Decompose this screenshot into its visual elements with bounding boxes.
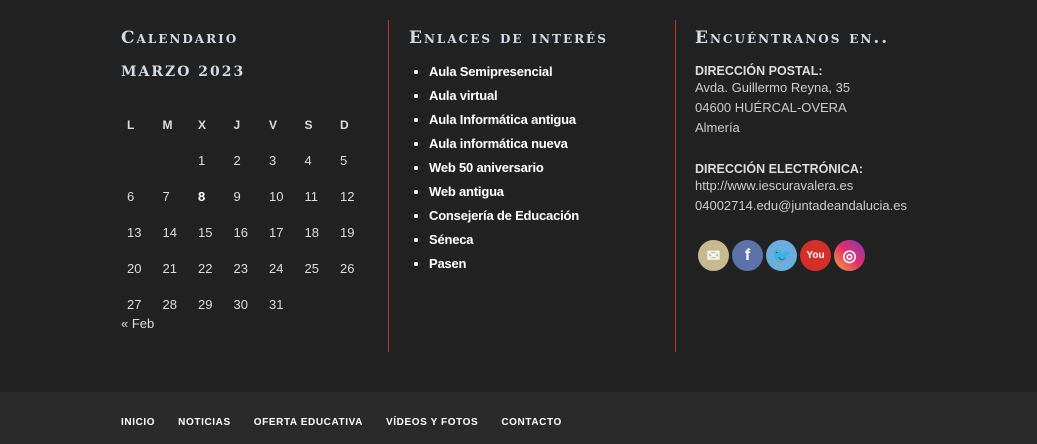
website-link[interactable]: http://www.iescuravalera.es	[695, 176, 975, 196]
link-item[interactable]: Aula Semipresencial	[429, 64, 675, 88]
calendar-day: 10	[269, 188, 284, 204]
link-item[interactable]: Web antigua	[429, 184, 675, 208]
facebook-icon[interactable]: f	[732, 240, 763, 271]
link-item[interactable]: Séneca	[429, 232, 675, 256]
calendar-day	[157, 142, 193, 178]
calendar-day: 20	[127, 260, 142, 276]
calendar-day: 5	[340, 152, 348, 168]
calendar-week: 27 28 29 30 31	[121, 286, 370, 322]
footer-nav-item[interactable]: VÍDEOS Y FOTOS	[386, 417, 478, 428]
calendar-table: L M X J V S D 1 2 3 4 5 6 7 8 9 10 11 12 13 14 15 16 17 18 19 20 21…	[121, 108, 370, 322]
weekday-header: D	[340, 118, 349, 132]
calendar-week: 20 21 22 23 24 25 26	[121, 250, 370, 286]
address-line: Avda. Guillermo Reyna, 35	[695, 80, 851, 95]
contact-title: Encuéntranos en..	[695, 28, 890, 48]
calendar-day	[334, 286, 370, 322]
calendar-day: 26	[340, 260, 355, 276]
calendar-day: 30	[233, 296, 248, 312]
links-list: Aula SemipresencialAula virtualAula Info…	[409, 64, 675, 280]
links-widget: Enlaces de interés Aula SemipresencialAu…	[388, 20, 675, 352]
calendar-day: 4	[304, 152, 312, 168]
calendar-day: 14	[162, 224, 177, 240]
youtube-icon[interactable]: You	[800, 240, 831, 271]
calendar-day: 16	[233, 224, 248, 240]
links-title: Enlaces de interés	[409, 28, 608, 48]
calendar-day: 31	[269, 296, 284, 312]
calendar-title: Calendario	[121, 28, 239, 48]
calendar-caption: MARZO 2023	[121, 64, 246, 80]
link-item[interactable]: Aula informática nueva	[429, 136, 675, 160]
calendar-day: 15	[198, 224, 213, 240]
calendar-week: 6 7 8 9 10 11 12	[121, 178, 370, 214]
calendar-widget: Calendario MARZO 2023 L M X J V S D 1 2 3 4 5 6 7 8 9 10…	[121, 20, 388, 352]
calendar-week: 1 2 3 4 5	[121, 142, 370, 178]
address-line: 04600 HUÉRCAL-OVERA	[695, 100, 847, 115]
weekday-header: J	[233, 118, 241, 132]
calendar-day: 7	[162, 188, 170, 204]
calendar-day: 22	[198, 260, 213, 276]
email-label: DIRECCIÓN ELECTRÓNICA:	[695, 162, 864, 176]
calendar-day	[121, 142, 157, 178]
instagram-icon[interactable]: ◎	[834, 240, 865, 271]
link-item[interactable]: Aula Informática antigua	[429, 112, 675, 136]
calendar-week: 13 14 15 16 17 18 19	[121, 214, 370, 250]
calendar-day: 25	[304, 260, 319, 276]
social-icons: ✉ f 🐦 You ◎	[698, 240, 975, 271]
link-item[interactable]: Aula virtual	[429, 88, 675, 112]
calendar-day: 12	[340, 188, 355, 204]
link-item[interactable]: Consejería de Educación	[429, 208, 675, 232]
calendar-day: 24	[269, 260, 284, 276]
calendar-day: 29	[198, 296, 213, 312]
email-icon[interactable]: ✉	[698, 240, 729, 271]
calendar-day: 23	[233, 260, 248, 276]
calendar-day: 17	[269, 224, 284, 240]
footer-nav-item[interactable]: NOTICIAS	[178, 417, 231, 428]
weekday-header: X	[198, 118, 207, 132]
footer-nav-item[interactable]: CONTACTO	[501, 417, 562, 428]
calendar-day: 11	[304, 188, 319, 204]
calendar-day: 8	[198, 188, 206, 204]
calendar-day: 18	[304, 224, 319, 240]
weekday-header: S	[304, 118, 313, 132]
calendar-day: 3	[269, 152, 277, 168]
calendar-day: 9	[233, 188, 241, 204]
calendar-day: 6	[127, 188, 135, 204]
email-link[interactable]: 04002714.edu@juntadeandalucia.es	[695, 196, 975, 216]
weekday-header: V	[269, 118, 278, 132]
link-item[interactable]: Web 50 aniversario	[429, 160, 675, 184]
footer-nav-item[interactable]: OFERTA EDUCATIVA	[254, 417, 363, 428]
twitter-icon[interactable]: 🐦	[766, 240, 797, 271]
calendar-day: 2	[233, 152, 241, 168]
footer-nav-item[interactable]: INICIO	[121, 417, 155, 428]
calendar-day: 21	[162, 260, 177, 276]
footer-nav: INICIO NOTICIAS OFERTA EDUCATIVA VÍDEOS Y F…	[0, 392, 1037, 444]
previous-month-link[interactable]: « Feb	[121, 316, 154, 331]
link-item[interactable]: Pasen	[429, 256, 675, 280]
calendar-day: 1	[198, 152, 206, 168]
postal-label: DIRECCIÓN POSTAL:	[695, 64, 823, 78]
calendar-day: 13	[127, 224, 142, 240]
address-line: Almería	[695, 120, 740, 135]
contact-widget: Encuéntranos en.. DIRECCIÓN POSTAL: Avda…	[675, 20, 975, 352]
weekday-header: M	[162, 118, 173, 132]
calendar-day: 28	[162, 296, 177, 312]
calendar-day	[299, 286, 335, 322]
weekday-header: L	[127, 118, 135, 132]
calendar-day: 19	[340, 224, 355, 240]
